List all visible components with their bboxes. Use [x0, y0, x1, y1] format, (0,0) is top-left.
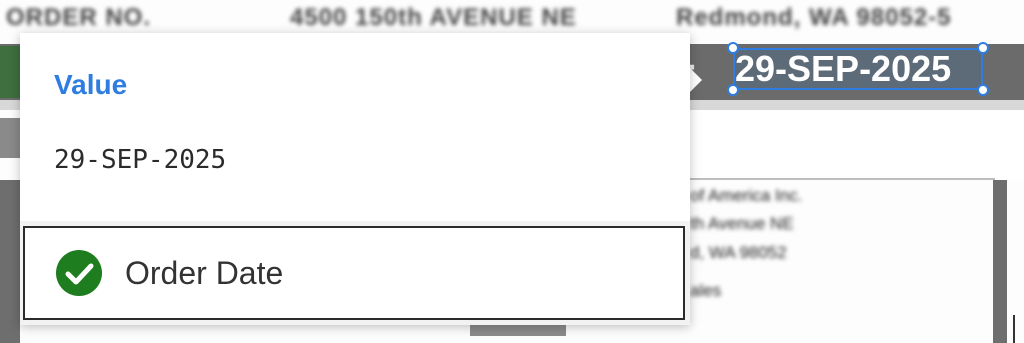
selected-date-field[interactable]: 29-SEP-2025 — [733, 48, 983, 90]
value-label: Value — [54, 69, 128, 100]
check-circle-icon — [55, 249, 103, 297]
field-name-row[interactable]: Order Date — [23, 226, 685, 320]
value-text: 29-SEP-2025 — [54, 145, 227, 175]
left-edge-chip — [0, 118, 20, 158]
field-value-popup: Value 29-SEP-2025 Order Date — [20, 33, 690, 325]
address-line: ales — [690, 281, 722, 300]
field-name-label: Order Date — [125, 254, 284, 291]
resize-handle-bottom-left[interactable] — [727, 84, 739, 96]
header-text-3: Redmond, WA 98052-5 — [676, 4, 952, 31]
document-border-right — [993, 180, 1007, 343]
header-text-1: ORDER NO. — [6, 4, 152, 31]
left-edge-chip — [0, 46, 20, 98]
document-border-line — [1013, 315, 1015, 343]
address-line: of America Inc. — [690, 186, 803, 205]
header-text-2: 4500 150th AVENUE NE — [290, 4, 577, 31]
address-line: d, WA 98052 — [690, 243, 787, 262]
document-header-text: ORDER NO. 4500 150th AVENUE NE Redmond, … — [0, 4, 1024, 32]
resize-handle-top-left[interactable] — [727, 42, 739, 54]
document-border-left — [0, 180, 20, 343]
resize-handle-bottom-right[interactable] — [977, 84, 989, 96]
address-line: th Avenue NE — [690, 214, 794, 233]
popup-pointer — [688, 66, 702, 94]
resize-handle-top-right[interactable] — [977, 42, 989, 54]
